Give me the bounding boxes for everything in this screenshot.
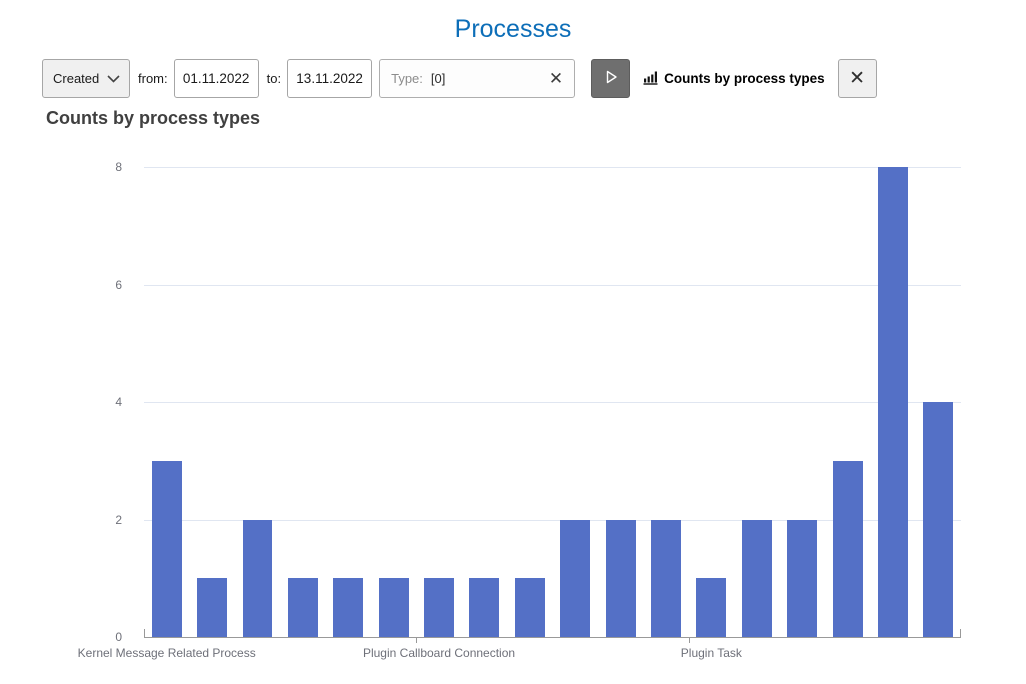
x-close-icon: ✕ xyxy=(849,67,865,90)
bar[interactable] xyxy=(288,578,318,637)
bar-slot xyxy=(416,167,461,637)
to-label: to: xyxy=(267,71,281,86)
bar[interactable] xyxy=(606,520,636,638)
bar-slot xyxy=(643,167,688,637)
bars xyxy=(144,167,961,637)
bar-slot xyxy=(825,167,870,637)
chevron-down-icon xyxy=(107,71,120,86)
bar[interactable] xyxy=(787,520,817,638)
bar[interactable] xyxy=(878,167,908,637)
bar[interactable] xyxy=(243,520,273,638)
bar[interactable] xyxy=(651,520,681,638)
chart-heading: Counts by process types xyxy=(46,108,260,129)
bar-slot xyxy=(326,167,371,637)
type-filter-value: [0] xyxy=(431,71,445,86)
bar[interactable] xyxy=(515,578,545,637)
plot-area: Kernel Message Related ProcessPlugin Cal… xyxy=(144,167,961,638)
type-filter-label: Type: xyxy=(391,71,423,86)
bar-chart-icon xyxy=(643,70,658,88)
from-label: from: xyxy=(138,71,168,86)
bar[interactable] xyxy=(152,461,182,637)
x-category-label: Kernel Message Related Process xyxy=(78,646,256,660)
close-chart-button[interactable]: ✕ xyxy=(838,59,877,98)
chart-chip-label: Counts by process types xyxy=(664,71,825,86)
bar[interactable] xyxy=(833,461,863,637)
type-filter-field[interactable]: Type: [0] ✕ xyxy=(379,59,575,98)
bar-slot xyxy=(189,167,234,637)
bar[interactable] xyxy=(923,402,953,637)
y-tick-label: 6 xyxy=(115,278,122,292)
chart-type-chip: Counts by process types xyxy=(643,70,825,88)
x-clear-icon[interactable]: ✕ xyxy=(549,70,563,87)
run-query-button[interactable] xyxy=(591,59,630,98)
x-category-label: Plugin Task xyxy=(681,646,742,660)
x-category-label: Plugin Callboard Connection xyxy=(363,646,515,660)
bar-slot xyxy=(462,167,507,637)
created-dropdown-value: Created xyxy=(53,71,99,86)
x-axis-tick xyxy=(960,629,961,637)
y-tick-label: 8 xyxy=(115,160,122,174)
bar-slot xyxy=(371,167,416,637)
toolbar: Created from: to: Type: [0] ✕ Counts by … xyxy=(42,59,877,98)
from-date-input[interactable] xyxy=(174,59,259,98)
bar-slot xyxy=(144,167,189,637)
bar-slot xyxy=(553,167,598,637)
bar-slot xyxy=(734,167,779,637)
y-tick-label: 0 xyxy=(115,630,122,644)
bar-slot xyxy=(870,167,915,637)
bar-slot xyxy=(507,167,552,637)
play-icon xyxy=(601,67,621,90)
x-axis-tick xyxy=(689,638,690,643)
y-tick-label: 4 xyxy=(115,395,122,409)
bar[interactable] xyxy=(379,578,409,637)
bar[interactable] xyxy=(696,578,726,637)
bar-slot xyxy=(598,167,643,637)
to-date-input[interactable] xyxy=(287,59,372,98)
x-axis-tick xyxy=(416,638,417,643)
bar[interactable] xyxy=(333,578,363,637)
page-title: Processes xyxy=(0,0,1026,44)
bar-slot xyxy=(689,167,734,637)
bar[interactable] xyxy=(742,520,772,638)
bar-slot xyxy=(235,167,280,637)
bar[interactable] xyxy=(197,578,227,637)
x-axis-tick xyxy=(144,629,145,637)
bar-slot xyxy=(916,167,961,637)
bar[interactable] xyxy=(424,578,454,637)
bar[interactable] xyxy=(469,578,499,637)
y-axis-labels: 02468 xyxy=(90,167,134,637)
bar-slot xyxy=(280,167,325,637)
y-tick-label: 2 xyxy=(115,513,122,527)
bar[interactable] xyxy=(560,520,590,638)
created-dropdown[interactable]: Created xyxy=(42,59,130,98)
bar-slot xyxy=(779,167,824,637)
